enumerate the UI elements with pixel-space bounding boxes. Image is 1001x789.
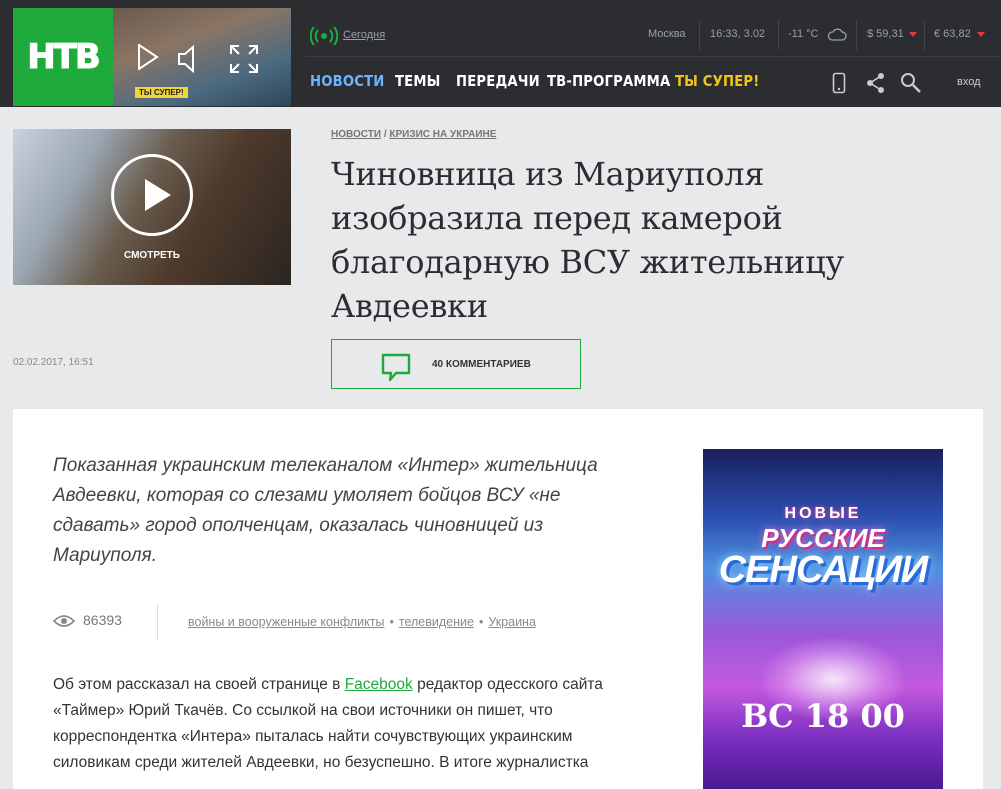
- divider: [924, 20, 925, 50]
- comments-button[interactable]: 40 КОММЕНТАРИЕВ: [331, 339, 581, 389]
- nav-shows[interactable]: ПЕРЕДАЧИ: [456, 72, 540, 90]
- breadcrumb-news[interactable]: НОВОСТИ: [331, 129, 381, 140]
- facebook-link[interactable]: Facebook: [345, 676, 413, 693]
- live-broadcast-icon: [310, 26, 338, 46]
- play-button-icon[interactable]: [111, 154, 193, 236]
- today-link[interactable]: Сегодня: [343, 29, 385, 41]
- tag-separator: •: [389, 615, 394, 629]
- eur-rate: € 63,82: [934, 28, 971, 40]
- logo-text: НТВ: [27, 37, 102, 78]
- divider: [856, 20, 857, 50]
- login-link[interactable]: вход: [957, 76, 981, 88]
- breadcrumb-separator: /: [383, 129, 387, 140]
- body-text: Об этом рассказал на своей странице в: [53, 676, 345, 693]
- fullscreen-icon[interactable]: [229, 44, 259, 74]
- rate-down-icon: [977, 32, 985, 37]
- article-body: Об этом рассказал на своей странице в Fa…: [53, 672, 633, 776]
- cloud-icon: [827, 28, 847, 41]
- tag-television[interactable]: телевидение: [399, 615, 474, 629]
- comments-count: 40 КОММЕНТАРИЕВ: [432, 359, 531, 370]
- play-icon[interactable]: [137, 44, 159, 70]
- comment-icon: [381, 353, 411, 382]
- article-title: Чиновница из Мариуполя изобразила перед …: [331, 155, 844, 325]
- tag-separator: •: [478, 615, 484, 629]
- breadcrumb: НОВОСТИ / КРИЗИС НА УКРАИНЕ: [331, 129, 496, 140]
- video-thumbnail[interactable]: СМОТРЕТЬ: [13, 129, 291, 285]
- ad-showtime: ВС 18 00: [741, 697, 905, 735]
- datetime: 16:33, 3.02: [710, 28, 766, 40]
- advertisement-banner[interactable]: НОВЫЕ РУССКИЕ СЕНСАЦИИ ВС 18 00: [703, 449, 943, 789]
- divider: [157, 604, 158, 640]
- publish-date: 02.02.2017, 16:51: [13, 357, 94, 368]
- tag-wars[interactable]: войны и вооруженные конфликты: [188, 615, 384, 629]
- city: Москва: [648, 28, 686, 40]
- share-icon[interactable]: [866, 72, 886, 94]
- live-player[interactable]: ТЫ СУПЕР!: [113, 8, 291, 106]
- ad-line-sensations: СЕНСАЦИИ: [718, 549, 929, 591]
- nav-topics[interactable]: ТЕМЫ: [395, 72, 441, 90]
- article-lead: Показанная украинским телеканалом «Интер…: [53, 455, 598, 566]
- nav-ty-super[interactable]: ТЫ СУПЕР!: [675, 72, 759, 90]
- temperature: -11 °C: [788, 28, 819, 40]
- watch-label[interactable]: СМОТРЕТЬ: [13, 250, 291, 261]
- usd-rate: $ 59,31: [867, 28, 904, 40]
- site-header: НТВ ТЫ СУПЕР! Сегодня Москва 16:33, 3.02…: [0, 0, 1001, 107]
- search-icon[interactable]: [900, 72, 922, 94]
- divider: [699, 20, 700, 50]
- player-badge: ТЫ СУПЕР!: [135, 87, 188, 98]
- header-divider: [305, 56, 1001, 57]
- article-tags: войны и вооруженные конфликты • телевидени…: [188, 615, 536, 629]
- ad-line-new: НОВЫЕ: [784, 505, 862, 522]
- rate-down-icon: [909, 32, 917, 37]
- ntv-logo[interactable]: НТВ: [13, 8, 113, 106]
- article-content: Показанная украинским телеканалом «Интер…: [13, 409, 983, 789]
- nav-tv-program[interactable]: ТВ-ПРОГРАММА: [547, 72, 670, 90]
- mobile-icon[interactable]: [832, 72, 846, 94]
- divider: [778, 20, 779, 50]
- eye-icon: [53, 615, 75, 627]
- volume-icon[interactable]: [177, 44, 203, 74]
- nav-news[interactable]: НОВОСТИ: [310, 72, 385, 90]
- tag-ukraine[interactable]: Украина: [488, 615, 536, 629]
- breadcrumb-crisis-ukraine[interactable]: КРИЗИС НА УКРАИНЕ: [389, 129, 496, 140]
- view-count: 86393: [83, 612, 122, 628]
